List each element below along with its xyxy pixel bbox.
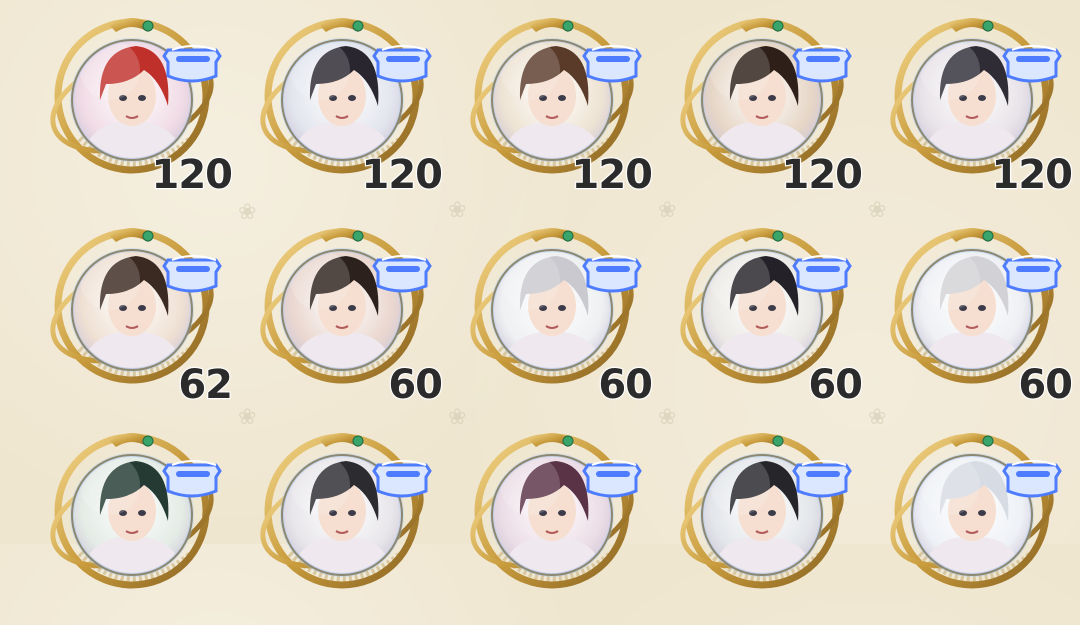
inventory-item[interactable]: 120 [40,10,240,200]
blue-tag-icon [792,255,852,293]
inventory-item[interactable]: 60 [460,220,660,410]
inventory-item[interactable] [250,425,450,615]
item-count: 120 [991,151,1074,199]
inventory-item[interactable] [40,425,240,615]
inventory-row: 62 60 60 60 60 [0,220,1080,420]
item-count: 120 [151,151,234,199]
blue-tag-icon [582,45,642,83]
item-count: 60 [807,361,864,409]
blue-tag-icon [582,460,642,498]
blue-tag-icon [792,45,852,83]
blue-tag-icon [792,460,852,498]
blue-tag-icon [1002,255,1062,293]
collection-grid: ❀ ❀ ❀ ❀ ❀ ❀ ❀ ❀ 120 120 120 120 120 62 6… [0,0,1080,589]
medallion-frame [470,433,642,589]
medallion-frame [680,433,852,589]
blue-tag-icon [1002,45,1062,83]
inventory-item[interactable]: 120 [250,10,450,200]
blue-tag-icon [372,45,432,83]
blue-tag-icon [1002,460,1062,498]
medallion-frame [260,433,432,589]
medallion-frame [890,433,1062,589]
inventory-item[interactable]: 120 [460,10,660,200]
item-count: 120 [361,151,444,199]
medallion-frame [50,433,222,589]
inventory-item[interactable] [670,425,870,615]
inventory-item[interactable] [880,425,1080,615]
inventory-item[interactable]: 60 [250,220,450,410]
blue-tag-icon [162,460,222,498]
item-count: 60 [387,361,444,409]
blue-tag-icon [162,45,222,83]
blue-tag-icon [162,255,222,293]
blue-tag-icon [372,255,432,293]
blue-tag-icon [582,255,642,293]
item-count: 120 [781,151,864,199]
inventory-item[interactable]: 120 [670,10,870,200]
item-count: 120 [571,151,654,199]
inventory-item[interactable] [460,425,660,615]
inventory-item[interactable]: 60 [670,220,870,410]
inventory-row: 120 120 120 120 120 [0,10,1080,210]
inventory-item[interactable]: 62 [40,220,240,410]
inventory-item[interactable]: 120 [880,10,1080,200]
item-count: 60 [1017,361,1074,409]
item-count: 62 [177,361,234,409]
inventory-row [0,425,1080,625]
item-count: 60 [597,361,654,409]
inventory-item[interactable]: 60 [880,220,1080,410]
blue-tag-icon [372,460,432,498]
